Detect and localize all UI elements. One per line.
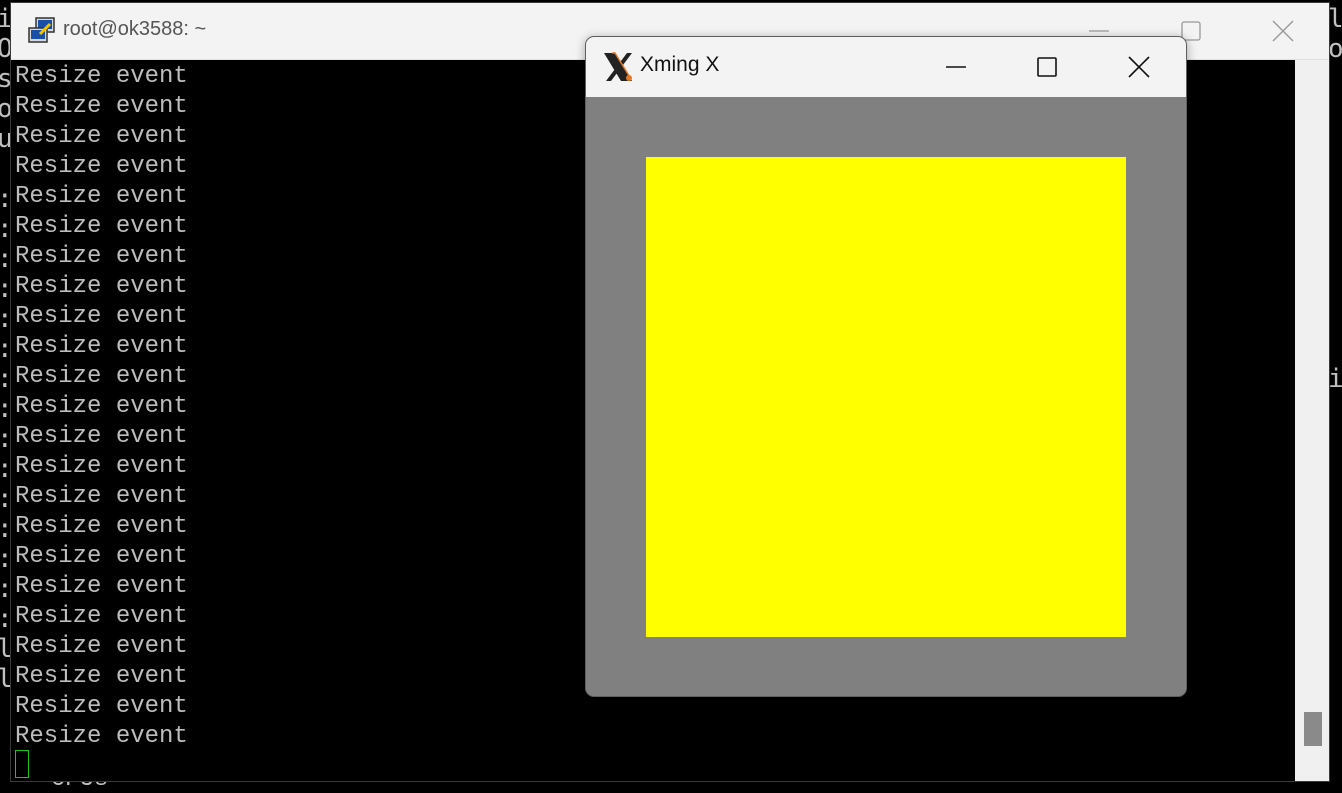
terminal-line: Resize event xyxy=(15,393,188,420)
terminal-line: Resize event xyxy=(15,333,188,360)
terminal-line: Resize event xyxy=(15,723,188,750)
close-icon xyxy=(1128,56,1150,78)
terminal-line: Resize event xyxy=(15,543,188,570)
minimize-icon xyxy=(946,66,966,68)
terminal-line: Resize event xyxy=(15,513,188,540)
terminal-line: Resize event xyxy=(15,453,188,480)
xming-maximize-button[interactable] xyxy=(1001,37,1093,97)
xming-close-button[interactable] xyxy=(1093,37,1185,97)
terminal-line: Resize event xyxy=(15,183,188,210)
background-char: o xyxy=(1328,34,1342,64)
terminal-line: Resize event xyxy=(15,483,188,510)
xming-client-area[interactable] xyxy=(586,97,1186,696)
background-char: i xyxy=(1328,364,1342,394)
terminal-line: Resize event xyxy=(15,423,188,450)
terminal-line: Resize event xyxy=(15,213,188,240)
xming-window[interactable]: Xming X xyxy=(585,36,1187,697)
yellow-square xyxy=(646,157,1126,637)
terminal-line: Resize event xyxy=(15,273,188,300)
terminal-line: Resize event xyxy=(15,573,188,600)
xming-window-title: Xming X xyxy=(640,53,720,76)
scrollbar-thumb[interactable] xyxy=(1304,712,1322,746)
xming-titlebar[interactable]: Xming X xyxy=(586,37,1186,97)
terminal-line: Resize event xyxy=(15,93,188,120)
terminal-line: Resize event xyxy=(15,153,188,180)
terminal-line: Resize event xyxy=(15,693,188,720)
terminal-line: Resize event xyxy=(15,123,188,150)
background-terminal-right-edge: lo i xyxy=(1328,0,1342,793)
terminal-line: Resize event xyxy=(15,63,188,90)
xming-x-icon xyxy=(601,51,635,83)
putty-icon xyxy=(26,16,58,46)
terminal-line: Resize event xyxy=(15,663,188,690)
background-char: l xyxy=(1328,4,1342,34)
terminal-line: Resize event xyxy=(15,243,188,270)
terminal-cursor xyxy=(15,750,29,778)
terminal-line: Resize event xyxy=(15,633,188,660)
terminal-line: Resize event xyxy=(15,303,188,330)
putty-close-button[interactable] xyxy=(1237,3,1329,59)
terminal-line: Resize event xyxy=(15,363,188,390)
maximize-icon xyxy=(1037,57,1057,77)
putty-window-title: root@ok3588: ~ xyxy=(63,18,207,40)
close-icon xyxy=(1272,20,1294,42)
terminal-scrollbar[interactable] xyxy=(1295,60,1329,781)
xming-minimize-button[interactable] xyxy=(910,37,1002,97)
terminal-line: Resize event xyxy=(15,603,188,630)
